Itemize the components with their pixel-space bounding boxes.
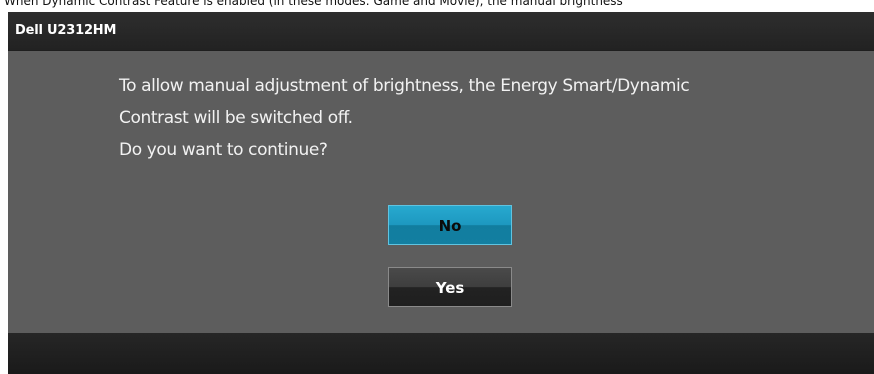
monitor-osd-dialog: Dell U2312HM To allow manual adjustment …: [8, 12, 874, 374]
monitor-model-title: Dell U2312HM: [15, 23, 117, 38]
osd-footer: [8, 333, 874, 374]
osd-header: Dell U2312HM: [8, 12, 874, 50]
message-line-2: Contrast will be switched off.: [119, 108, 353, 128]
no-button[interactable]: No: [388, 205, 512, 245]
message-line-1: To allow manual adjustment of brightness…: [119, 76, 690, 96]
page-caption: When Dynamic Contrast Feature is enabled…: [4, 0, 623, 8]
yes-button[interactable]: Yes: [388, 267, 512, 307]
osd-message-panel: To allow manual adjustment of brightness…: [8, 51, 874, 333]
yes-button-label: Yes: [435, 279, 465, 297]
no-button-label: No: [438, 217, 462, 235]
message-line-3: Do you want to continue?: [119, 140, 328, 160]
